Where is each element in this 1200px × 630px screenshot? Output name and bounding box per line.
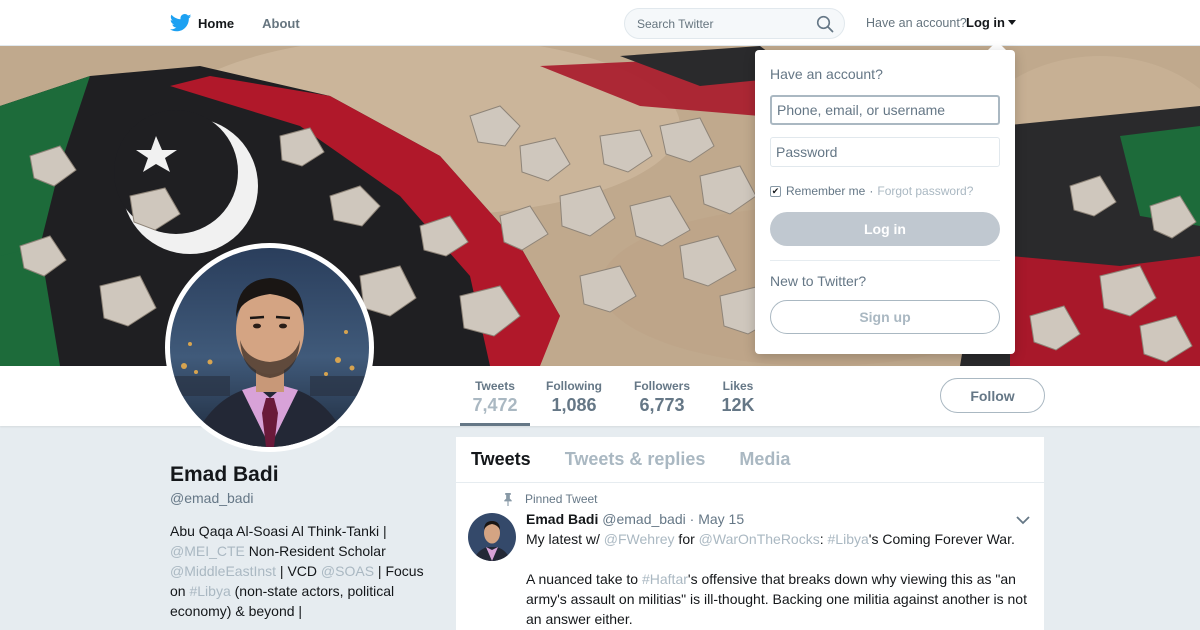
pinned-tweet-label: Pinned Tweet — [502, 492, 598, 506]
have-account-text: Have an account? — [866, 16, 967, 30]
dropdown-divider — [770, 260, 1000, 261]
username-field[interactable] — [770, 95, 1000, 125]
tweet-text-span: A nuanced take to — [526, 571, 642, 587]
profile-handle[interactable]: @emad_badi — [170, 490, 254, 506]
stat-value: 12K — [721, 395, 755, 415]
bio-text: | VCD — [276, 563, 321, 579]
chevron-down-icon[interactable] — [1016, 515, 1030, 525]
stat-label: Tweets — [475, 379, 515, 393]
bio-mention-link[interactable]: @SOAS — [321, 563, 374, 579]
bio-text: Non-Resident Scholar — [244, 543, 386, 559]
timeline-tabs: Tweets Tweets & replies Media — [456, 437, 1044, 483]
search-icon[interactable] — [816, 15, 834, 33]
tweet-date[interactable]: May 15 — [698, 511, 744, 527]
bio-mention-link[interactable]: @MEI_CTE — [170, 543, 245, 559]
dropdown-title: Have an account? — [770, 66, 883, 82]
search-box — [624, 8, 845, 39]
login-menu-toggle[interactable]: Log in — [966, 15, 1016, 30]
stat-value: 6,773 — [639, 395, 685, 415]
pin-icon — [504, 492, 512, 506]
tab-tweets[interactable]: Tweets — [471, 449, 531, 470]
follow-button[interactable]: Follow — [940, 378, 1045, 413]
stat-label: Likes — [722, 379, 754, 393]
new-to-twitter-text: New to Twitter? — [770, 273, 867, 289]
tweet-hashtag-link[interactable]: #Haftar — [642, 571, 688, 587]
stat-value: 1,086 — [551, 395, 597, 415]
profile-bio: Abu Qaqa Al-Soasi Al Think-Tanki | @MEI_… — [170, 521, 440, 621]
forgot-password-link[interactable]: Forgot password? — [877, 184, 973, 198]
search-input[interactable] — [625, 9, 810, 38]
timeline: Tweets Tweets & replies Media Pinned Twe… — [456, 437, 1044, 630]
tweet-separator: · — [689, 511, 695, 527]
tweet-author-name[interactable]: Emad Badi — [526, 511, 598, 527]
tweet-header: Emad Badi @emad_badi · May 15 — [526, 511, 744, 527]
avatar[interactable] — [165, 243, 374, 452]
login-dropdown: Have an account? ✔ Remember me · Forgot … — [755, 50, 1015, 354]
tweet-mention-link[interactable]: @FWehrey — [604, 531, 675, 547]
password-field[interactable] — [770, 137, 1000, 167]
tab-media[interactable]: Media — [739, 449, 790, 470]
stat-value: 7,472 — [472, 395, 518, 415]
tweet-text: My latest w/ @FWehrey for @WarOnTheRocks… — [526, 529, 1031, 630]
remember-me-label[interactable]: Remember me — [786, 184, 865, 198]
remember-separator: · — [869, 184, 874, 198]
stat-tweets[interactable]: Tweets 7,472 — [460, 366, 530, 426]
top-navigation-bar: Home About Have an account? Log in — [0, 0, 1200, 46]
twitter-bird-icon — [170, 14, 192, 32]
nav-about[interactable]: About — [262, 16, 300, 31]
dropdown-caret — [988, 41, 1006, 50]
signup-button[interactable]: Sign up — [770, 300, 1000, 334]
bio-text: Abu Qaqa Al-Soasi Al Think-Tanki | — [170, 523, 387, 539]
nav-left-group: Home About — [170, 0, 328, 46]
tweet-text-span: My latest w/ — [526, 531, 604, 547]
nav-home[interactable]: Home — [170, 14, 234, 32]
avatar-image — [170, 248, 369, 447]
tweet-text-span: : — [819, 531, 828, 547]
remember-me-row: ✔ Remember me · Forgot password? — [770, 184, 973, 198]
checkbox-checked-icon[interactable]: ✔ — [770, 185, 781, 197]
stat-label: Following — [546, 379, 602, 393]
stat-following[interactable]: Following 1,086 — [540, 366, 608, 426]
login-link-label: Log in — [966, 15, 1005, 30]
tweet-mention-link[interactable]: @WarOnTheRocks — [699, 531, 820, 547]
tab-tweets-replies[interactable]: Tweets & replies — [565, 449, 706, 470]
nav-about-label: About — [262, 15, 300, 31]
login-button[interactable]: Log in — [770, 212, 1000, 246]
tweet-hashtag-link[interactable]: #Libya — [828, 531, 869, 547]
bio-hashtag-link[interactable]: #Libya — [189, 583, 230, 599]
tweet-paragraph: A nuanced take to #Haftar's offensive th… — [526, 569, 1031, 629]
caret-down-icon — [1008, 20, 1016, 25]
stat-followers[interactable]: Followers 6,773 — [628, 366, 696, 426]
stat-label: Followers — [633, 379, 690, 393]
tweet-author-handle[interactable]: @emad_badi — [602, 511, 686, 527]
stat-likes[interactable]: Likes 12K — [714, 366, 762, 426]
nav-home-label: Home — [198, 15, 235, 31]
tweet-text-span: for — [674, 531, 699, 547]
pinned-text: Pinned Tweet — [525, 492, 598, 506]
tweet-avatar[interactable] — [468, 513, 516, 561]
tweet-text-span: 's Coming Forever War. — [868, 531, 1015, 547]
profile-name[interactable]: Emad Badi — [170, 463, 279, 487]
tweet-avatar-image — [468, 513, 516, 561]
tweet-paragraph: My latest w/ @FWehrey for @WarOnTheRocks… — [526, 529, 1031, 549]
bio-mention-link[interactable]: @MiddleEastInst — [170, 563, 276, 579]
